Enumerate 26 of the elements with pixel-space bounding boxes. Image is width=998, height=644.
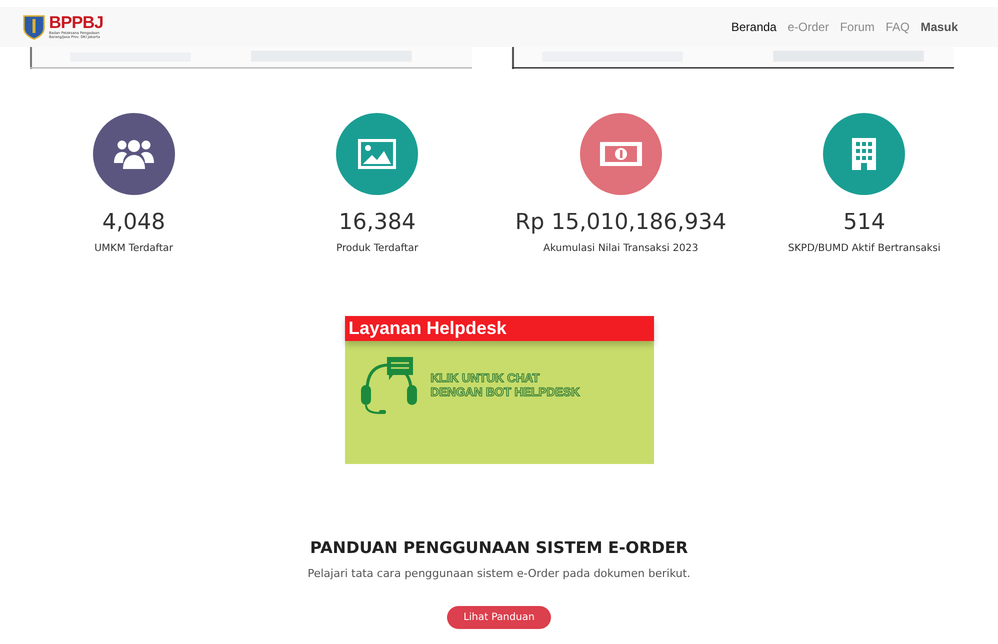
helpdesk-banner[interactable]: Layanan Helpdesk KLIK UNTUK CHAT DENGAN BOT HELPDESK <box>344 316 654 464</box>
stat-value: 4,048 <box>102 209 166 237</box>
users-icon <box>114 137 154 171</box>
section-heading: PANDUAN PENGGUNAAN SISTEM E-ORDER <box>310 538 688 557</box>
logo-title: BPPBJ <box>49 15 104 31</box>
building-icon <box>851 137 878 171</box>
guide-button[interactable]: Lihat Panduan <box>447 606 551 629</box>
nav-link[interactable]: e-Order <box>788 20 829 34</box>
section-text: Pelajari tata cara penggunaan sistem e-Order pada dokumen berikut. <box>308 567 690 580</box>
stat-value: 16,384 <box>338 209 416 237</box>
banner-text: KLIK UNTUK CHAT <box>430 371 541 385</box>
stat-label: SKPD/BUMD Aktif Bertransaksi <box>788 243 940 254</box>
stat-label: Akumulasi Nilai Transaksi 2023 <box>543 243 698 254</box>
nav-link[interactable]: FAQ <box>886 20 910 34</box>
stat-label: UMKM Terdaftar <box>94 243 174 254</box>
banner-text: DENGAN BOT HELPDESK <box>430 385 580 399</box>
nav-link[interactable]: Forum <box>840 20 875 34</box>
stat-value: 514 <box>843 209 886 237</box>
stat-value: Rp 15,010,186,934 <box>515 209 726 237</box>
nav-link[interactable]: Masuk <box>920 20 958 34</box>
nav-link[interactable]: Beranda <box>731 20 777 34</box>
stat-label: Produk Terdaftar <box>336 243 418 254</box>
banner-title: Layanan Helpdesk <box>344 316 654 341</box>
banknote-icon <box>600 142 642 166</box>
image-icon <box>358 139 396 169</box>
emblem-icon <box>22 14 46 40</box>
